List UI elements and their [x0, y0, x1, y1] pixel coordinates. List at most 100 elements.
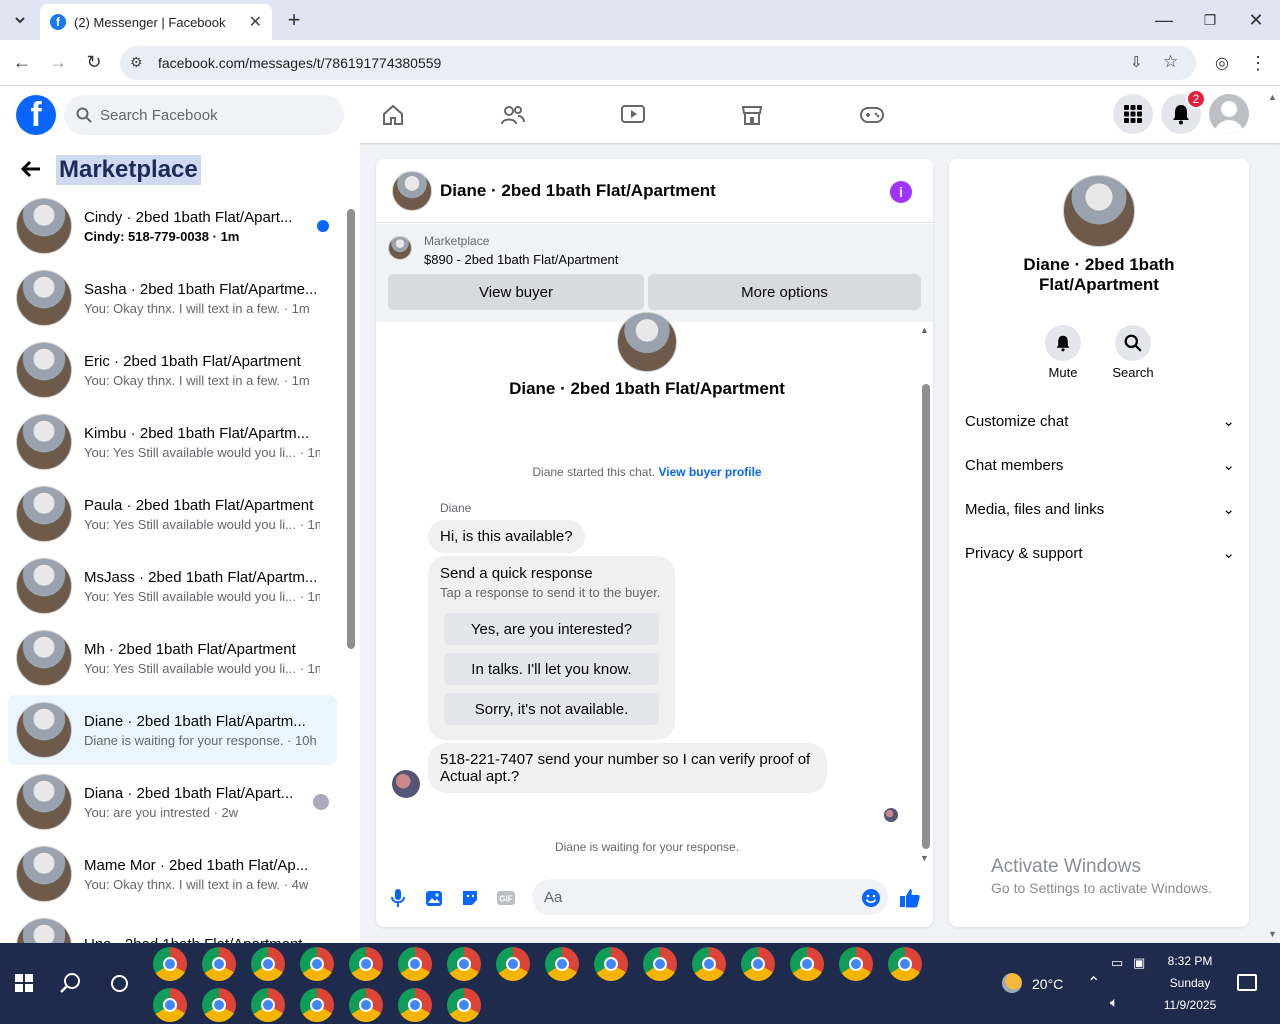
emoji-icon[interactable]	[860, 887, 882, 909]
view-buyer-button[interactable]: View buyer	[388, 274, 644, 310]
chrome-taskbar-icon[interactable]	[692, 947, 726, 981]
chrome-taskbar-icon[interactable]	[741, 947, 775, 981]
notification-center-icon[interactable]	[1237, 974, 1257, 991]
url-field[interactable]: ⚙ facebook.com/messages/t/78619177438055…	[120, 46, 1196, 80]
clock-day[interactable]: Sunday	[1160, 976, 1220, 990]
weather-icon[interactable]	[1002, 973, 1022, 993]
like-thumbs-up-icon[interactable]	[899, 887, 921, 909]
privacy-support-section[interactable]: Privacy & support ⌄	[965, 531, 1235, 575]
chat-scrollbar[interactable]	[922, 384, 930, 849]
sticker-icon[interactable]	[459, 887, 481, 909]
scroll-down-icon[interactable]: ▼	[920, 853, 929, 863]
info-icon[interactable]: i	[890, 181, 912, 203]
network-icon[interactable]: ▭	[1111, 955, 1123, 971]
view-buyer-profile-link[interactable]: View buyer profile	[658, 465, 761, 479]
chrome-taskbar-icon[interactable]	[839, 947, 873, 981]
details-avatar[interactable]	[1063, 175, 1135, 247]
conversation-item[interactable]: Diane · 2bed 1bath Flat/Apartm... Diane i…	[8, 695, 337, 765]
clock-time[interactable]: 8:32 PM	[1160, 954, 1220, 968]
quick-response-unavailable-button[interactable]: Sorry, it's not available.	[444, 693, 659, 725]
listing-title[interactable]: $890 - 2bed 1bath Flat/Apartment	[424, 252, 618, 267]
windows-start-icon[interactable]	[15, 974, 33, 997]
conversation-item[interactable]: MsJass · 2bed 1bath Flat/Apartm... You: Y…	[8, 551, 337, 621]
minimize-icon[interactable]: —	[1152, 8, 1176, 32]
message-input[interactable]: Aa	[532, 879, 888, 915]
tray-chevron-up-icon[interactable]: ⌃	[1087, 973, 1100, 993]
chrome-taskbar-icon[interactable]	[251, 947, 285, 981]
list-scrollbar[interactable]	[347, 209, 355, 649]
account-avatar[interactable]	[1209, 94, 1249, 134]
site-info-icon[interactable]: ⚙	[130, 54, 143, 71]
conversation-item[interactable]: Diana · 2bed 1bath Flat/Apart... You: are…	[8, 767, 337, 837]
quick-response-talks-button[interactable]: In talks. I'll let you know.	[444, 653, 659, 685]
install-app-icon[interactable]: ⇩	[1130, 53, 1143, 71]
conversation-item[interactable]: Mh · 2bed 1bath Flat/Apartment You: Yes S…	[8, 623, 337, 693]
back-arrow-icon[interactable]	[20, 159, 42, 185]
page-scroll-up-icon[interactable]: ▲	[1268, 92, 1277, 102]
chrome-taskbar-icon[interactable]	[349, 988, 383, 1022]
forward-icon[interactable]: →	[46, 50, 70, 74]
conversation-item[interactable]: Sasha · 2bed 1bath Flat/Apartme... You: O…	[8, 263, 337, 333]
conversation-item[interactable]: Paula · 2bed 1bath Flat/Apartment You: Ye…	[8, 479, 337, 549]
watch-nav-icon[interactable]	[617, 100, 649, 130]
photo-icon[interactable]	[423, 887, 445, 909]
mute-button[interactable]: Mute	[1033, 325, 1093, 380]
search-conversation-button[interactable]: Search	[1103, 325, 1163, 380]
message-bubble[interactable]: 518-221-7407 send your number so I can v…	[428, 743, 827, 793]
chrome-taskbar-icon[interactable]	[888, 947, 922, 981]
chrome-taskbar-icon[interactable]	[349, 947, 383, 981]
conversation-item[interactable]: Mame Mor · 2bed 1bath Flat/Ap... You: Oka…	[8, 839, 337, 909]
window-close-icon[interactable]: ✕	[1244, 8, 1268, 32]
task-view-icon[interactable]	[111, 975, 128, 992]
chrome-taskbar-icon[interactable]	[594, 947, 628, 981]
scroll-up-icon[interactable]: ▲	[920, 325, 929, 335]
home-nav-icon[interactable]	[377, 100, 409, 130]
conversation-item[interactable]: Eric · 2bed 1bath Flat/Apartment You: Oka…	[8, 335, 337, 405]
chrome-taskbar-icon[interactable]	[251, 988, 285, 1022]
chrome-taskbar-icon[interactable]	[202, 947, 236, 981]
chrome-taskbar-icon[interactable]	[300, 947, 334, 981]
quick-response-yes-button[interactable]: Yes, are you interested?	[444, 613, 659, 645]
chrome-taskbar-icon[interactable]	[398, 988, 432, 1022]
chrome-taskbar-icon[interactable]	[300, 988, 334, 1022]
bookmark-star-icon[interactable]: ☆	[1163, 52, 1178, 72]
gaming-nav-icon[interactable]	[856, 100, 888, 130]
browser-tab[interactable]: f (2) Messenger | Facebook ✕	[40, 4, 272, 40]
volume-icon[interactable]: 🔈︎	[1110, 994, 1118, 1011]
chrome-taskbar-icon[interactable]	[790, 947, 824, 981]
chrome-taskbar-icon[interactable]	[153, 947, 187, 981]
conversation-item[interactable]: Una · 2bed 1bath Flat/Apartment	[8, 911, 337, 943]
chat-members-section[interactable]: Chat members ⌄	[965, 443, 1235, 487]
chat-title[interactable]: Diane · 2bed 1bath Flat/Apartment	[440, 181, 716, 201]
clock-date[interactable]: 11/9/2025	[1157, 998, 1223, 1012]
profile-icon[interactable]: ◎	[1210, 51, 1234, 75]
friends-nav-icon[interactable]	[497, 100, 529, 130]
chat-avatar[interactable]	[392, 170, 432, 211]
chrome-taskbar-icon[interactable]	[447, 988, 481, 1022]
customize-chat-section[interactable]: Customize chat ⌄	[965, 399, 1235, 443]
taskbar-search-icon[interactable]	[60, 972, 82, 999]
reload-icon[interactable]: ↻	[82, 50, 106, 74]
facebook-logo-icon[interactable]: f	[16, 95, 56, 135]
back-icon[interactable]: ←	[10, 50, 34, 74]
chrome-taskbar-icon[interactable]	[153, 988, 187, 1022]
sender-avatar[interactable]	[392, 770, 420, 798]
tab-list-chevron-icon[interactable]	[8, 8, 32, 32]
conversation-item[interactable]: Kimbu · 2bed 1bath Flat/Apartm... You: Ye…	[8, 407, 337, 477]
weather-temperature[interactable]: 20°C	[1032, 976, 1063, 992]
new-tab-icon[interactable]: +	[282, 7, 306, 32]
marketplace-nav-icon[interactable]	[736, 100, 768, 130]
conversation-item[interactable]: Cindy · 2bed 1bath Flat/Apart... Cindy: 5…	[8, 191, 337, 261]
microphone-icon[interactable]	[387, 887, 409, 909]
tab-close-icon[interactable]: ✕	[249, 12, 262, 32]
chrome-taskbar-icon[interactable]	[643, 947, 677, 981]
display-icon[interactable]: ▣	[1133, 955, 1145, 971]
chrome-taskbar-icon[interactable]	[496, 947, 530, 981]
more-options-button[interactable]: More options	[648, 274, 921, 310]
menu-grid-icon[interactable]	[1113, 94, 1153, 134]
browser-menu-icon[interactable]: ⋮	[1246, 51, 1270, 75]
chrome-taskbar-icon[interactable]	[545, 947, 579, 981]
chrome-taskbar-icon[interactable]	[447, 947, 481, 981]
chrome-taskbar-icon[interactable]	[202, 988, 236, 1022]
restore-icon[interactable]: ❐	[1198, 8, 1222, 32]
